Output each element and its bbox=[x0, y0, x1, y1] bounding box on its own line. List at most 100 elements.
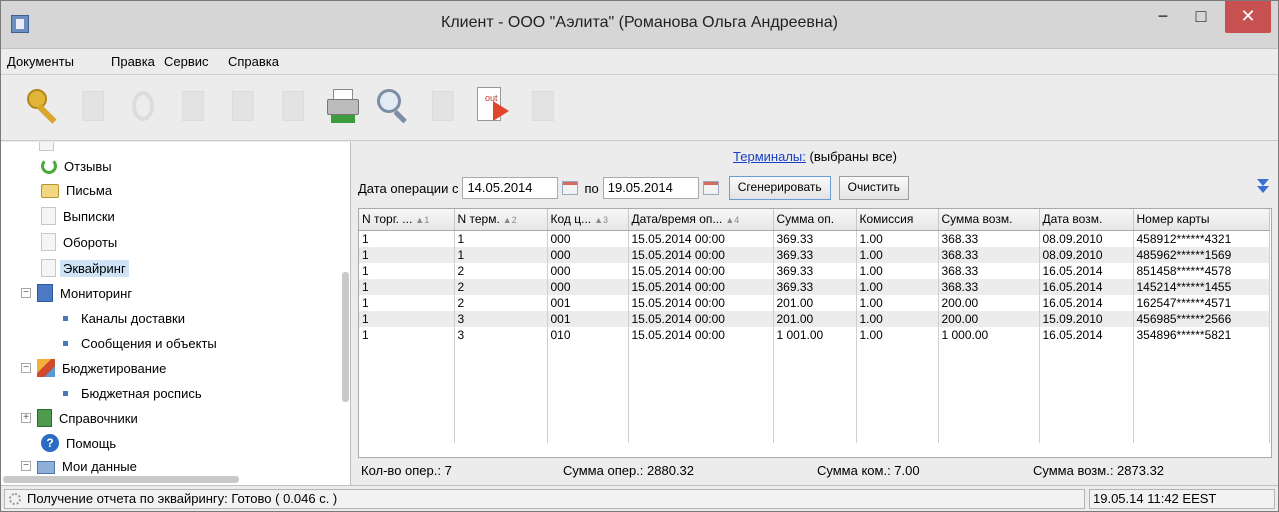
toolbar: out bbox=[1, 75, 1278, 141]
window-title: Клиент - ООО "Аэлита" (Романова Ольга Ан… bbox=[441, 14, 838, 31]
document-icon bbox=[41, 259, 56, 277]
column-header[interactable]: Комиссия bbox=[856, 209, 939, 231]
tree-item-budget-schedule[interactable]: Бюджетная роспись bbox=[63, 381, 205, 405]
tree-item-budgeting[interactable]: − Бюджетирование bbox=[21, 356, 169, 380]
bullet-icon bbox=[63, 390, 68, 396]
export-out-icon[interactable]: out bbox=[473, 85, 513, 129]
tree-item-delivery-channels[interactable]: Каналы доставки bbox=[63, 306, 188, 330]
print-icon[interactable] bbox=[323, 85, 363, 129]
date-filter: Дата операции с 14.05.2014 по 19.05.2014… bbox=[358, 175, 909, 201]
date-from-input[interactable]: 14.05.2014 bbox=[462, 177, 559, 199]
help-icon: ? bbox=[41, 434, 59, 452]
tree-item-partial bbox=[39, 142, 58, 154]
bullet-icon bbox=[63, 315, 68, 321]
tree-item-help[interactable]: ? Помощь bbox=[41, 431, 119, 455]
new-document-icon[interactable] bbox=[73, 85, 113, 129]
bullet-icon bbox=[63, 340, 68, 346]
expand-toggle[interactable]: + bbox=[21, 413, 31, 423]
envelope-icon bbox=[41, 184, 59, 198]
column-header[interactable]: Дата/время оп... ▲4 bbox=[628, 209, 774, 231]
collapse-toggle[interactable]: − bbox=[21, 363, 31, 373]
menu-bar: Документы Правка Сервис Справка bbox=[1, 49, 1278, 75]
terminals-value: (выбраны все) bbox=[809, 149, 897, 164]
title-bar[interactable]: Клиент - ООО "Аэлита" (Романова Ольга Ан… bbox=[1, 1, 1278, 49]
key-icon[interactable] bbox=[23, 85, 63, 129]
close-button[interactable]: ✕ bbox=[1225, 1, 1271, 33]
generate-button[interactable]: Сгенерировать bbox=[728, 176, 831, 200]
menu-edit[interactable]: Правка bbox=[111, 54, 155, 69]
tree-vertical-scrollbar[interactable] bbox=[342, 272, 349, 402]
tree-item-statements[interactable]: Выписки bbox=[41, 204, 118, 228]
tree-item-turnovers[interactable]: Обороты bbox=[41, 230, 120, 254]
status-bar: Получение отчета по эквайрингу: Готово (… bbox=[1, 485, 1278, 511]
terminals-link[interactable]: Терминалы: bbox=[733, 149, 806, 164]
column-header[interactable]: Сумма возм. bbox=[938, 209, 1040, 231]
table-header-row: N торг. ... ▲1 N терм. ▲2 Код ц... ▲3 Дата/… bbox=[359, 209, 1270, 231]
table-row[interactable]: 1 2 000 15.05.2014 00:00 369.33 1.00 368.33 16.… bbox=[359, 262, 1270, 279]
menu-help[interactable]: Справка bbox=[228, 54, 279, 69]
table-row[interactable]: 1 2 000 15.05.2014 00:00 369.33 1.00 368.33 16.… bbox=[359, 278, 1270, 295]
summary-sum-ops: Сумма опер.: 2880.32 bbox=[563, 463, 695, 478]
tree-item-references[interactable]: + Справочники bbox=[21, 406, 141, 430]
calendar-icon[interactable] bbox=[702, 181, 719, 195]
table-empty-area bbox=[359, 342, 1270, 443]
tree-item-monitoring[interactable]: − Мониторинг bbox=[21, 281, 135, 305]
copy-icon[interactable] bbox=[273, 85, 313, 129]
category-icon bbox=[39, 142, 54, 151]
reviews-icon bbox=[41, 158, 57, 174]
menu-service[interactable]: Сервис bbox=[164, 54, 209, 69]
collapse-toggle[interactable]: − bbox=[21, 288, 31, 298]
progress-spinner-icon bbox=[9, 493, 21, 505]
column-header[interactable]: N торг. ... ▲1 bbox=[359, 209, 455, 231]
monitoring-icon bbox=[37, 284, 53, 302]
app-window: Клиент - ООО "Аэлита" (Романова Ольга Ан… bbox=[0, 0, 1279, 512]
edit-icon[interactable] bbox=[223, 85, 263, 129]
acquiring-report-panel: Терминалы: (выбраны все) Дата операции с… bbox=[352, 142, 1278, 485]
folder-icon bbox=[37, 461, 55, 474]
table-row[interactable]: 1 2 001 15.05.2014 00:00 201.00 1.00 200.00 16.… bbox=[359, 294, 1270, 311]
column-header[interactable]: N терм. ▲2 bbox=[454, 209, 548, 231]
collapse-filter-icon[interactable] bbox=[1257, 179, 1269, 193]
date-to-input[interactable]: 19.05.2014 bbox=[602, 177, 699, 199]
search-icon[interactable] bbox=[373, 85, 413, 129]
table-row[interactable]: 1 3 001 15.05.2014 00:00 201.00 1.00 200.00 15.… bbox=[359, 310, 1270, 327]
status-message-panel: Получение отчета по эквайрингу: Готово (… bbox=[4, 489, 1085, 509]
table-row[interactable]: 1 1 000 15.05.2014 00:00 369.33 1.00 368.33 08.… bbox=[359, 230, 1270, 247]
summary-sum-refund: Сумма возм.: 2873.32 bbox=[1033, 463, 1165, 478]
import-icon[interactable] bbox=[423, 85, 463, 129]
menu-documents[interactable]: Документы bbox=[7, 54, 74, 69]
chart-icon bbox=[37, 359, 55, 377]
minimize-button[interactable]: − bbox=[1149, 1, 1177, 33]
document-icon bbox=[41, 233, 56, 251]
refresh-icon[interactable] bbox=[123, 85, 163, 129]
summary-sum-commission: Сумма ком.: 7.00 bbox=[817, 463, 920, 478]
summary-count: Кол-во опер.: 7 bbox=[361, 463, 452, 478]
maximize-button[interactable]: □ bbox=[1187, 1, 1215, 33]
table-row[interactable]: 1 1 000 15.05.2014 00:00 369.33 1.00 368.33 08.… bbox=[359, 246, 1270, 263]
tree-horizontal-scrollbar[interactable] bbox=[3, 476, 239, 483]
column-header[interactable]: Номер карты bbox=[1133, 209, 1270, 231]
table-summary: Кол-во опер.: 7 Сумма опер.: 2880.32 Сум… bbox=[358, 462, 1272, 480]
table-row[interactable]: 1 3 010 15.05.2014 00:00 1 001.00 1.00 1 000.0… bbox=[359, 326, 1270, 343]
date-label: Дата операции с bbox=[358, 180, 459, 196]
cancel-icon[interactable] bbox=[523, 85, 563, 129]
document-icon bbox=[41, 207, 56, 225]
book-icon bbox=[37, 409, 52, 427]
acquiring-table[interactable]: N торг. ... ▲1 N терм. ▲2 Код ц... ▲3 Дата/… bbox=[358, 208, 1272, 458]
tree-item-my-data[interactable]: − Мои данные bbox=[21, 454, 140, 478]
navigation-tree[interactable]: Отзывы Письма Выписки Обороты Эквайринг … bbox=[1, 142, 351, 485]
terminals-row: Терминалы: (выбраны все) bbox=[352, 149, 1278, 164]
column-header[interactable]: Код ц... ▲3 bbox=[547, 209, 629, 231]
collapse-toggle[interactable]: − bbox=[21, 461, 31, 471]
tree-item-letters[interactable]: Письма bbox=[41, 178, 115, 202]
status-message: Получение отчета по эквайрингу: Готово (… bbox=[27, 491, 338, 506]
clear-button[interactable]: Очистить bbox=[838, 176, 909, 200]
tree-item-acquiring[interactable]: Эквайринг bbox=[41, 256, 129, 280]
delete-icon[interactable] bbox=[173, 85, 213, 129]
to-label: по bbox=[584, 180, 599, 196]
column-header[interactable]: Дата возм. bbox=[1039, 209, 1134, 231]
tree-item-reviews[interactable]: Отзывы bbox=[41, 154, 115, 178]
column-header[interactable]: Сумма оп. bbox=[773, 209, 857, 231]
tree-item-messages-objects[interactable]: Сообщения и объекты bbox=[63, 331, 220, 355]
calendar-icon[interactable] bbox=[562, 181, 579, 195]
